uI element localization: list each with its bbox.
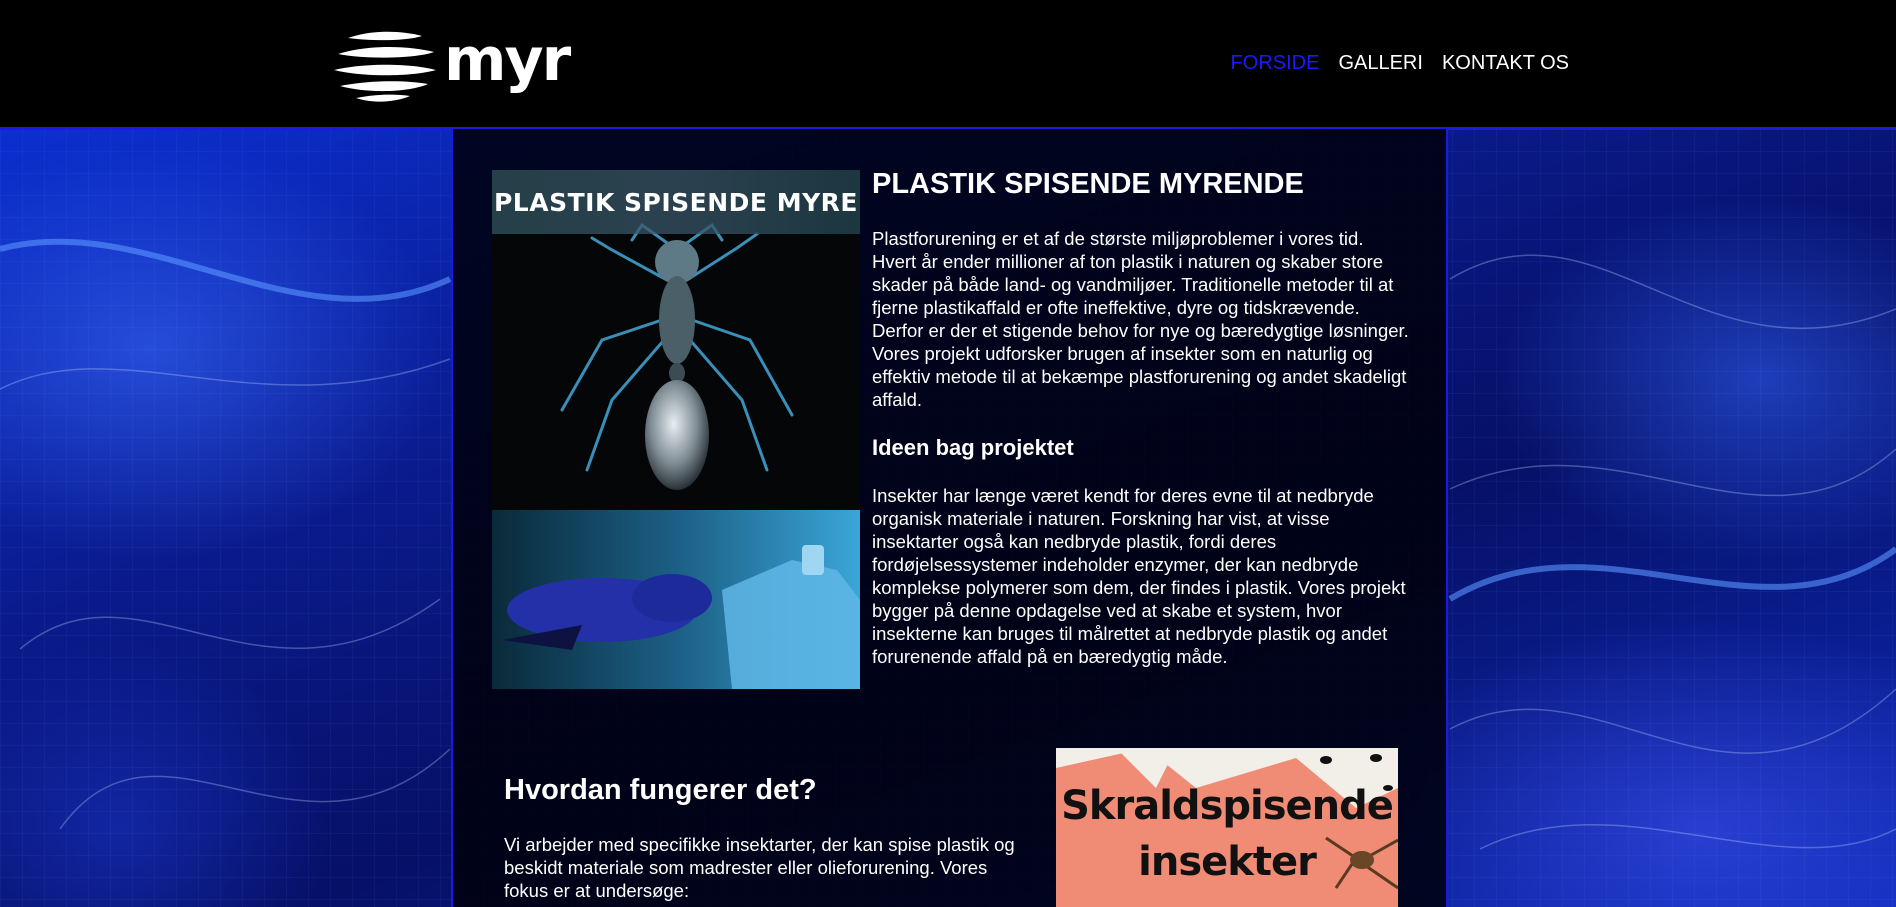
nav-galleri[interactable]: GALLERI [1338,52,1422,75]
page-title: PLASTIK SPISENDE MYRENDE [872,168,1304,200]
logo-text: myr [444,25,571,95]
hero-image: PLASTIK SPISENDE MYRE [492,170,860,689]
hero-image-caption: PLASTIK SPISENDE MYRE [492,170,860,234]
body-paragraph: Insekter har længe været kendt for deres… [872,485,1406,667]
promo-line-2: insekter [1138,839,1317,885]
how-it-works-section: Hvordan fungerer det? Vi arbejder med sp… [504,773,1034,902]
myr-logo-icon [334,31,436,102]
section-heading: Hvordan fungerer det? [504,774,817,806]
site-header: myr FORSIDE GALLERI KONTAKT OS [0,0,1896,130]
nav-forside[interactable]: FORSIDE [1231,52,1320,75]
article: PLASTIK SPISENDE MYRENDE Plastforurening… [872,167,1412,668]
main-nav: FORSIDE GALLERI KONTAKT OS [1231,52,1569,75]
subheading: Ideen bag projektet [872,435,1074,460]
nav-kontakt-os[interactable]: KONTAKT OS [1442,52,1569,75]
section-paragraph: Vi arbejder med specifikke insektarter, … [504,834,1015,901]
promo-line-1: Skraldspisende [1061,783,1394,829]
promo-title: Skraldspisende insekter [1056,778,1398,890]
logo[interactable]: myr [330,24,571,104]
promo-image: Skraldspisende insekter [1056,748,1398,907]
content-panel: PLASTIK SPISENDE MYRE PLASTIK SPISENDE M… [451,129,1448,907]
intro-paragraph: Plastforurening er et af de største milj… [872,228,1409,410]
